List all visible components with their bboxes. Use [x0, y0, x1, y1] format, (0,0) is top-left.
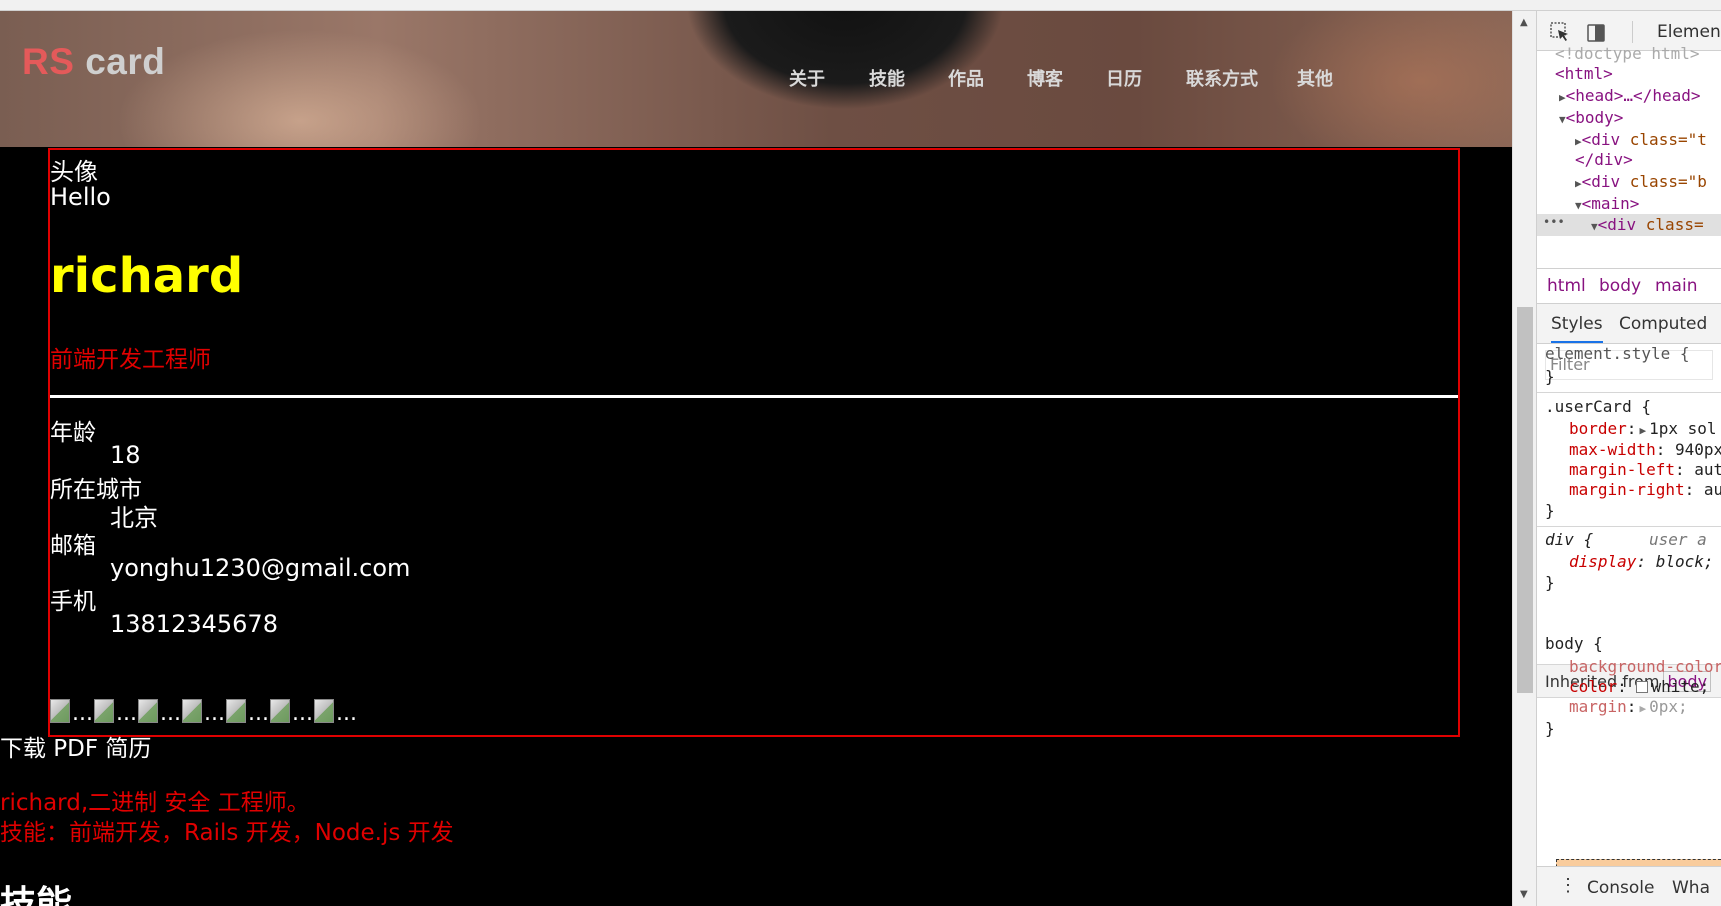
css-prop-margin[interactable]: margin: ▶ 0px; — [1569, 697, 1688, 716]
field-label-email: 邮箱 — [50, 533, 96, 559]
page-viewport: RS card 关于 技能 作品 博客 日历 联系方式 其他 头像 Hello … — [0, 11, 1512, 906]
css-prop-border[interactable]: border: ▶ 1px sol — [1569, 419, 1717, 438]
collapse-triangle-icon[interactable]: ▼ — [1591, 220, 1598, 233]
page-scrollbar[interactable]: ▲ ▼ — [1512, 11, 1536, 906]
expand-triangle-icon[interactable]: ▶ — [1575, 177, 1582, 190]
dom-ellipsis[interactable]: ••• — [1543, 215, 1565, 229]
browser-top-edge — [0, 0, 1721, 11]
nav-item-other[interactable]: 其他 — [1297, 65, 1333, 91]
nav-item-calendar[interactable]: 日历 — [1106, 65, 1142, 91]
dom-html[interactable]: <html> — [1555, 64, 1613, 83]
dom-selected-row[interactable]: ••• ▼<div class= — [1537, 214, 1721, 236]
tab-styles[interactable]: Styles — [1551, 314, 1603, 343]
rule-element-style[interactable]: element.style { — [1545, 344, 1690, 363]
devtools-drawer: ⋮ Console Wha — [1537, 866, 1721, 906]
user-card: 头像 Hello richard 前端开发工程师 年龄 18 所在城市 北京 邮… — [48, 148, 1460, 737]
broken-image-icon[interactable]: ... — [314, 695, 357, 733]
nav-item-works[interactable]: 作品 — [948, 65, 984, 91]
color-swatch-icon[interactable] — [1636, 681, 1649, 693]
scroll-up-arrow-icon[interactable]: ▲ — [1520, 17, 1528, 28]
broken-image-icon[interactable]: ... — [270, 695, 313, 733]
main-nav: 关于 技能 作品 博客 日历 联系方式 其他 — [0, 65, 1512, 89]
greeting: Hello — [50, 183, 111, 211]
rule-body-selector[interactable]: body { — [1545, 634, 1603, 653]
drawer-menu-icon[interactable]: ⋮ — [1559, 875, 1577, 896]
tab-computed[interactable]: Computed — [1619, 314, 1707, 334]
css-prop-background-color[interactable]: background-color — [1569, 657, 1721, 676]
broken-image-icon[interactable]: ... — [182, 695, 225, 733]
scroll-thumb[interactable] — [1517, 307, 1533, 693]
user-role: 前端开发工程师 — [50, 347, 211, 373]
toolbar-separator — [1632, 21, 1633, 43]
rule-close: } — [1545, 719, 1555, 738]
breadcrumb-body[interactable]: body — [1599, 276, 1641, 296]
dom-div-2[interactable]: ▶<div class="b — [1575, 172, 1707, 191]
dom-div-selected[interactable]: ▼<div class= — [1591, 215, 1704, 234]
dom-breadcrumb: html body main — [1537, 268, 1721, 304]
rule-div-source: user a — [1649, 530, 1707, 549]
collapse-triangle-icon[interactable]: ▼ — [1575, 199, 1582, 212]
skills-heading: 技能 — [0, 884, 73, 906]
collapse-triangle-icon[interactable]: ▼ — [1559, 113, 1566, 126]
field-label-age: 年龄 — [50, 420, 96, 446]
css-prop-color[interactable]: color: white; — [1569, 677, 1709, 696]
dom-body[interactable]: ▼<body> — [1559, 108, 1623, 127]
rule-close: } — [1545, 367, 1555, 386]
rule-separator — [1537, 392, 1721, 393]
expand-triangle-icon[interactable]: ▶ — [1639, 424, 1646, 437]
broken-image-icon[interactable]: ... — [138, 695, 181, 733]
devtools-panel: Elements <!doctype html> <html> ▶<head>…… — [1536, 11, 1721, 906]
dom-head[interactable]: ▶<head>…</head> — [1559, 86, 1700, 105]
drawer-tab-whats-new[interactable]: Wha — [1672, 878, 1710, 898]
intro-line-2: 技能：前端开发，Rails 开发，Node.js 开发 — [0, 820, 454, 846]
expand-triangle-icon[interactable]: ▶ — [1559, 91, 1566, 104]
broken-image-icon[interactable]: ... — [226, 695, 269, 733]
drawer-tab-console[interactable]: Console — [1587, 878, 1655, 898]
field-value-email: yonghu1230@gmail.com — [110, 554, 411, 582]
breadcrumb-main[interactable]: main — [1655, 276, 1697, 296]
rule-close: } — [1545, 573, 1555, 592]
expand-triangle-icon[interactable]: ▶ — [1639, 702, 1646, 715]
field-value-city: 北京 — [110, 504, 158, 532]
broken-image-icon[interactable]: ... — [50, 695, 93, 733]
dom-div-1[interactable]: ▶<div class="t — [1575, 130, 1707, 149]
field-value-age: 18 — [110, 441, 141, 469]
expand-triangle-icon[interactable]: ▶ — [1575, 135, 1582, 148]
broken-image-icon[interactable]: ... — [94, 695, 137, 733]
card-divider — [50, 395, 1458, 398]
nav-item-contact[interactable]: 联系方式 — [1186, 65, 1258, 91]
css-prop-max-width[interactable]: max-width: 940px — [1569, 440, 1721, 459]
styles-subtabs: Styles Computed — [1537, 304, 1721, 344]
user-name: richard — [50, 248, 244, 304]
dom-div-close[interactable]: </div> — [1575, 150, 1633, 169]
css-prop-margin-left[interactable]: margin-left: aut — [1569, 460, 1721, 479]
rule-separator — [1537, 526, 1721, 527]
device-toolbar-icon[interactable] — [1585, 21, 1607, 43]
nav-item-about[interactable]: 关于 — [789, 65, 825, 91]
dom-main[interactable]: ▼<main> — [1575, 194, 1639, 213]
field-label-phone: 手机 — [50, 589, 96, 615]
hero-header: RS card 关于 技能 作品 博客 日历 联系方式 其他 — [0, 11, 1512, 147]
rule-div-selector[interactable]: div { — [1545, 530, 1593, 549]
field-value-phone: 13812345678 — [110, 610, 278, 638]
tab-elements[interactable]: Elements — [1657, 22, 1721, 42]
download-pdf-link[interactable]: 下载 PDF 简历 — [0, 729, 151, 763]
inspect-element-icon[interactable] — [1549, 21, 1571, 43]
scroll-down-arrow-icon[interactable]: ▼ — [1520, 889, 1528, 900]
dom-doctype[interactable]: <!doctype html> — [1555, 44, 1700, 63]
rule-usercard-selector[interactable]: .userCard { — [1545, 397, 1651, 416]
nav-item-skills[interactable]: 技能 — [869, 65, 905, 91]
breadcrumb-html[interactable]: html — [1547, 276, 1586, 296]
rule-close: } — [1545, 501, 1555, 520]
css-prop-display[interactable]: display: block; — [1569, 552, 1714, 571]
nav-item-blog[interactable]: 博客 — [1027, 65, 1063, 91]
intro-line-1: richard,二进制 安全 工程师。 — [0, 790, 310, 816]
css-prop-margin-right[interactable]: margin-right: au — [1569, 480, 1721, 499]
avatar: 头像 — [50, 158, 98, 186]
